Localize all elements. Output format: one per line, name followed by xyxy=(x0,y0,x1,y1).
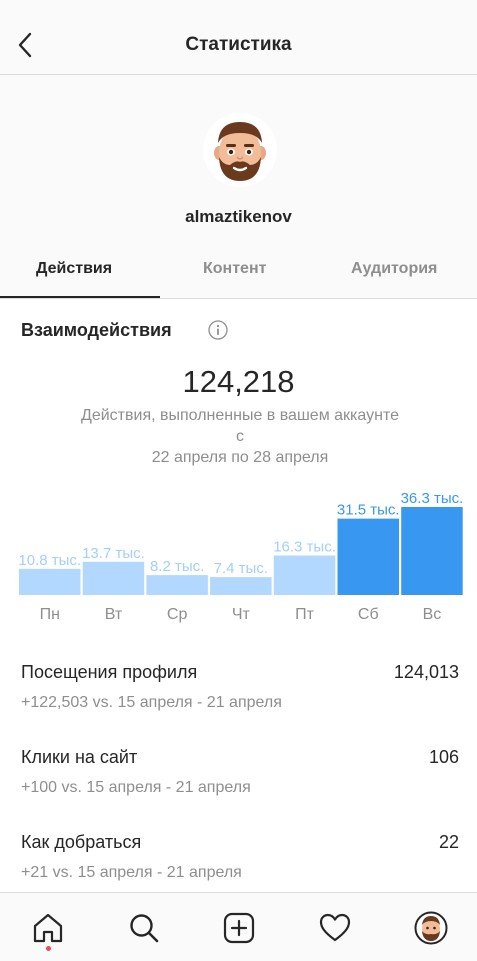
chart-day-label: Пт xyxy=(295,606,315,623)
tab-content[interactable]: Контент xyxy=(203,260,266,278)
stat-label: Клики на сайт xyxy=(21,747,138,767)
chart-value-label: 16.3 тыс. xyxy=(273,538,336,555)
stat-value: 22 xyxy=(438,832,459,852)
stats-tabs: Действия Контент Аудитория xyxy=(0,246,477,299)
chart-bar[interactable] xyxy=(19,568,81,595)
chart-bar[interactable] xyxy=(82,561,145,595)
chart-value-label: 13.7 тыс. xyxy=(82,545,145,562)
stat-comparison: +100 vs. 15 апреля - 21 апреля xyxy=(21,779,251,796)
notification-dot xyxy=(46,946,51,951)
stat-value: 124,013 xyxy=(393,662,459,682)
description-text: Действия, выполненные в вашем аккаунте с xyxy=(81,407,399,445)
chart-day-label: Вт xyxy=(105,606,123,623)
profile-username: almaztikenov xyxy=(185,207,292,226)
chart-bar[interactable] xyxy=(337,518,400,595)
activity-heart-icon[interactable] xyxy=(318,911,352,945)
info-icon[interactable] xyxy=(208,320,228,340)
chart-bar[interactable] xyxy=(146,575,208,595)
page-title: Статистика xyxy=(185,34,292,55)
date-range: 22 апреля по 28 апреля xyxy=(151,449,329,466)
profile-avatar xyxy=(203,113,277,187)
tab-actions[interactable]: Действия xyxy=(36,260,112,278)
memoji-avatar-icon xyxy=(203,113,277,187)
chart-bar[interactable] xyxy=(401,507,463,595)
chart-value-label: 7.4 тыс. xyxy=(214,560,268,577)
search-icon[interactable] xyxy=(127,911,161,945)
profile-avatar-icon[interactable] xyxy=(414,911,448,945)
add-post-icon[interactable] xyxy=(222,911,256,945)
chart-value-label: 8.2 тыс. xyxy=(150,558,204,575)
chart-value-label: 31.5 тыс. xyxy=(337,502,400,519)
chart-day-label: Сб xyxy=(358,606,379,623)
bottom-nav xyxy=(0,892,477,961)
interactions-total: 124,218 xyxy=(182,364,295,399)
home-icon[interactable] xyxy=(31,911,65,945)
tab-audience[interactable]: Аудитория xyxy=(351,260,437,278)
top-bar: Статистика xyxy=(0,0,477,75)
interactions-title: Взаимодействия xyxy=(21,320,172,340)
chart-value-label: 36.3 тыс. xyxy=(401,490,464,507)
chart-value-label: 10.8 тыс. xyxy=(18,552,81,569)
chart-bar[interactable] xyxy=(210,577,272,595)
stat-label: Как добраться xyxy=(21,832,142,852)
chart-day-label: Пн xyxy=(40,606,60,623)
active-tab-indicator xyxy=(0,296,160,298)
interactions-description: Действия, выполненные в вашем аккаунте с… xyxy=(80,405,400,468)
chart-day-label: Ср xyxy=(167,606,188,623)
stat-comparison: +122,503 vs. 15 апреля - 21 апреля xyxy=(21,694,282,711)
interactions-bar-chart: 10.8 тыс. Пн 13.7 тыс. Вт 8.2 тыс. Ср 7.4 тыс.… xyxy=(18,490,464,623)
stat-label: Посещения профиля xyxy=(21,662,198,682)
stat-comparison: +21 vs. 15 апреля - 21 апреля xyxy=(21,864,242,881)
chart-bar[interactable] xyxy=(273,555,336,595)
chart-day-label: Чт xyxy=(232,606,251,623)
chart-day-label: Вс xyxy=(423,606,442,623)
stat-value: 106 xyxy=(428,747,459,767)
